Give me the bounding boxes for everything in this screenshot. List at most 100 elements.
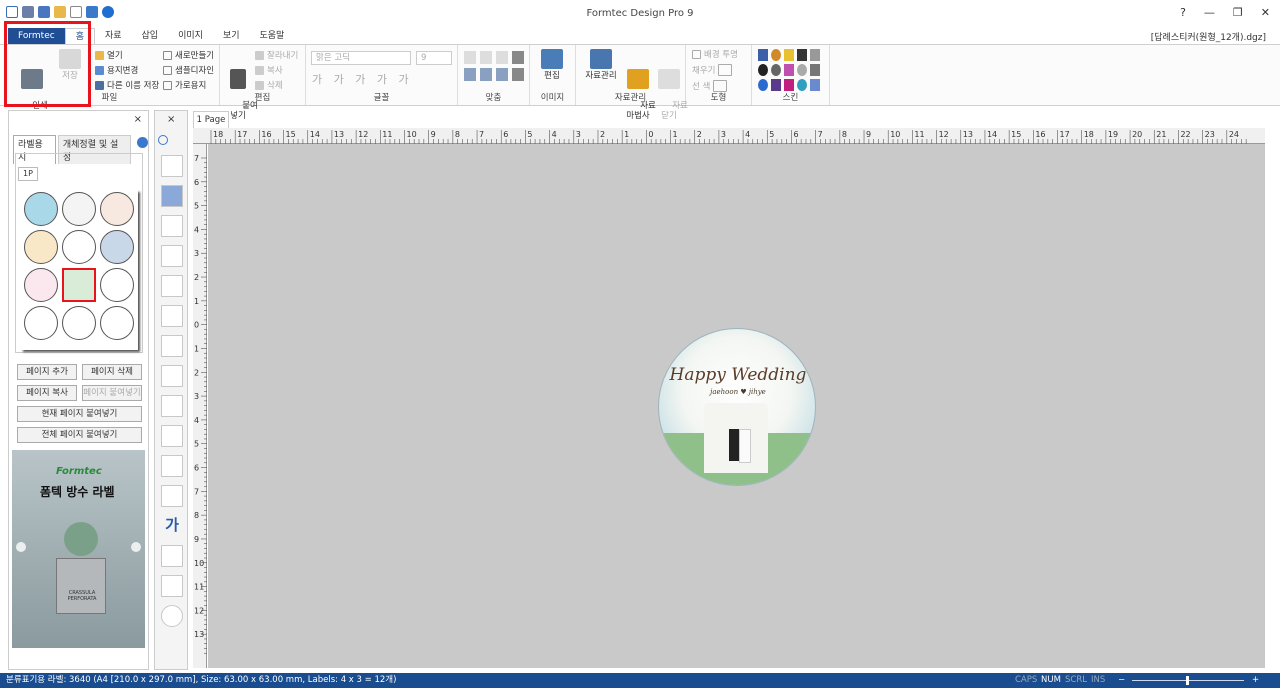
font-style-buttons[interactable]: 가 가 가 가 가 — [312, 71, 413, 87]
label-thumb-5[interactable] — [62, 230, 96, 264]
barcode2-tool-icon[interactable] — [161, 395, 183, 417]
design-canvas[interactable]: Happy Wedding jaehoon ♥ jihye — [208, 144, 1265, 668]
save-as-icon — [95, 80, 104, 90]
multiline-text-tool-icon[interactable] — [161, 275, 183, 297]
text-tool-icon[interactable]: 가 — [161, 515, 183, 537]
scissors-icon — [255, 50, 264, 60]
font-size-select[interactable]: 9 — [416, 51, 452, 65]
ruler-v-label: 4 — [194, 416, 199, 425]
picture-frame-tool-icon[interactable] — [161, 575, 183, 597]
zoom-slider-thumb[interactable] — [1186, 676, 1189, 685]
sample-design-button[interactable]: 샘플디자인 — [163, 64, 214, 76]
label-thumb-4[interactable] — [24, 230, 58, 264]
carousel-next-icon[interactable] — [131, 542, 141, 552]
zoom-out-button[interactable]: − — [1118, 673, 1125, 688]
data-manage-button[interactable]: 자료관리 — [580, 49, 622, 81]
clipboard-icon — [230, 69, 246, 89]
align-buttons[interactable] — [464, 51, 524, 81]
data-wizard-button[interactable]: 자료 마법사 — [624, 49, 656, 131]
ruler-h-label: 14 — [310, 130, 320, 139]
skin-gallery[interactable] — [758, 49, 820, 91]
add-page-button[interactable]: 페이지 추가 — [17, 364, 77, 380]
person-tool-icon[interactable] — [161, 425, 183, 447]
object-tool-icon[interactable] — [161, 185, 183, 207]
tab-view[interactable]: 보기 — [213, 28, 250, 44]
tab-data[interactable]: 자료 — [95, 28, 132, 44]
image-edit-button[interactable]: 편집 — [538, 49, 566, 81]
label-thumb-10[interactable] — [24, 306, 58, 340]
data-close-button[interactable]: 자료 닫기 — [656, 49, 688, 131]
label-thumb-11[interactable] — [62, 306, 96, 340]
delete-page-button[interactable]: 페이지 삭제 — [82, 364, 142, 380]
carousel-prev-icon[interactable] — [16, 542, 26, 552]
arrow-icon[interactable] — [137, 137, 148, 148]
label-thumb-3[interactable] — [100, 192, 134, 226]
barcode-tool-icon[interactable] — [161, 365, 183, 387]
ruler-h-label: 20 — [1132, 130, 1142, 139]
table-tool-icon[interactable] — [161, 455, 183, 477]
page-tab[interactable]: 1P — [18, 167, 38, 181]
qrcode-tool-icon[interactable] — [161, 335, 183, 357]
change-paper-button[interactable]: 용지변경 — [95, 64, 138, 76]
ruler-h-label: 9 — [431, 130, 436, 139]
paste-all-pages-button[interactable]: 전체 페이지 붙여넣기 — [17, 427, 142, 443]
wedding-label[interactable]: Happy Wedding jaehoon ♥ jihye — [658, 328, 816, 486]
tab-image[interactable]: 이미지 — [168, 28, 213, 44]
text-box-tool-icon[interactable] — [161, 215, 183, 237]
copy-icon — [255, 65, 264, 75]
label-groom — [729, 429, 739, 461]
select-tool-icon[interactable] — [161, 155, 183, 177]
ad-banner[interactable]: Formtec 폼텍 방수 라벨 CRASSULA PERFORATA — [12, 450, 145, 648]
fill-color-picker[interactable]: 채우기 — [692, 64, 733, 76]
copy-page-button[interactable]: 페이지 복사 — [17, 385, 77, 401]
tab-help[interactable]: 도움말 — [250, 28, 295, 44]
restore-button[interactable]: ❐ — [1233, 6, 1243, 19]
open-button[interactable]: 열기 — [95, 49, 123, 61]
save-as-button[interactable]: 다른 이름 저장 — [95, 79, 159, 91]
ruler-h-label: 8 — [842, 130, 847, 139]
tab-insert[interactable]: 삽입 — [132, 28, 169, 44]
disc-tool-icon[interactable] — [161, 605, 183, 627]
label-thumb-9[interactable] — [100, 268, 134, 302]
help-icon[interactable]: ? — [1180, 6, 1186, 19]
transparent-checkbox[interactable]: 배경 투명 — [692, 48, 738, 60]
new-button[interactable]: 새로만들기 — [163, 49, 214, 61]
object-toolbar: × 가 — [154, 110, 188, 670]
minimize-button[interactable]: — — [1204, 6, 1215, 19]
group-align: 맞춤 — [458, 45, 530, 105]
vertical-ruler: 7 6 5 4 3 2 1 0 1 2 3 4 5 6 7 8 9 10 11 12 13 — [193, 144, 207, 668]
list-tool-icon[interactable] — [161, 485, 183, 507]
ruler-h-label: 1 — [673, 130, 678, 139]
cut-button[interactable]: 잘라내기 — [255, 49, 298, 61]
landscape-button[interactable]: 가로용지 — [163, 79, 206, 91]
sample-icon — [163, 65, 172, 75]
delete-button[interactable]: 삭제 — [255, 79, 283, 91]
label-names: jaehoon ♥ jihye — [710, 388, 766, 396]
label-thumb-1[interactable] — [24, 192, 58, 226]
vertical-text-tool-icon[interactable] — [161, 245, 183, 267]
ins-indicator: INS — [1091, 675, 1106, 685]
label-thumb-7[interactable] — [24, 268, 58, 302]
paste-button[interactable]: 붙여 넣기 — [226, 49, 258, 131]
ruler-h-label: 15 — [286, 130, 296, 139]
toolbar-arrow-icon[interactable] — [158, 135, 168, 145]
panel-close-icon[interactable]: × — [134, 114, 142, 125]
ruler-h-label: 7 — [818, 130, 823, 139]
image-tool-icon[interactable] — [161, 545, 183, 567]
label-thumb-6[interactable] — [100, 230, 134, 264]
toolbar-close-icon[interactable]: × — [167, 114, 175, 125]
ruler-h-label: 10 — [406, 130, 416, 139]
label-thumb-12[interactable] — [100, 306, 134, 340]
doc-tab[interactable]: 1 Page — [193, 111, 229, 128]
document-name: [답례스티커(원형_12개).dgz] — [1150, 33, 1266, 43]
label-thumb-8-selected[interactable] — [62, 268, 96, 302]
paste-current-page-button[interactable]: 현재 페이지 붙여넣기 — [17, 406, 142, 422]
label-thumb-2[interactable] — [62, 192, 96, 226]
copy-button[interactable]: 복사 — [255, 64, 283, 76]
ruler-h-label: 13 — [334, 130, 344, 139]
rotate-text-tool-icon[interactable] — [161, 305, 183, 327]
font-name-select[interactable]: 맑은 고딕 — [311, 51, 411, 65]
close-button[interactable]: ✕ — [1261, 6, 1270, 19]
zoom-in-button[interactable]: + — [1252, 673, 1259, 688]
paste-page-button[interactable]: 페이지 붙여넣기 — [82, 385, 142, 401]
